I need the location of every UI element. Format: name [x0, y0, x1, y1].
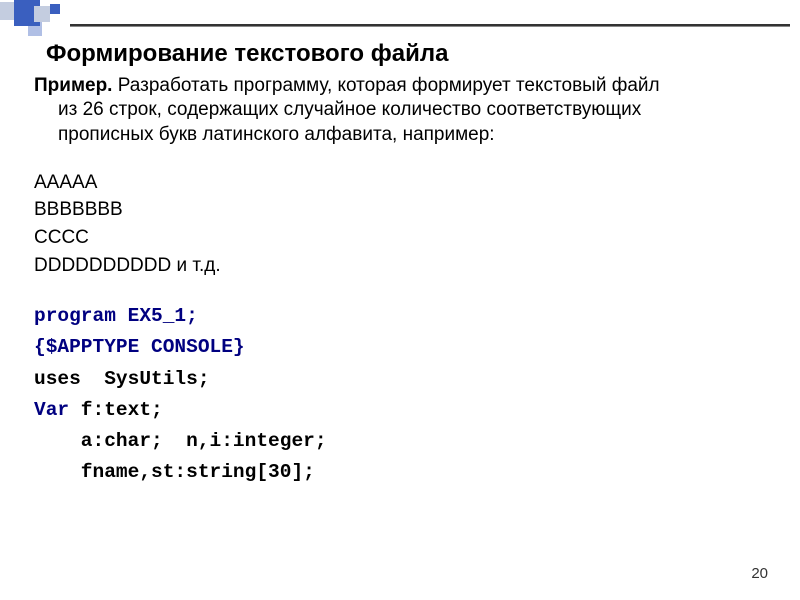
example-line: DDDDDDDDDD и т.д. [34, 252, 770, 280]
slide-title: Формирование текстового файла [46, 40, 770, 68]
code-listing: program EX5_1; {$APPTYPE CONSOLE} uses S… [34, 301, 770, 488]
task-text: Разработать программу, которая формирует… [112, 75, 659, 96]
code-line: a:char; n,i:integer; [34, 426, 770, 457]
task-text: из 26 строк, содержащих случайное количе… [34, 98, 770, 122]
code-line: program EX5_1; [34, 301, 770, 332]
code-text: f:text; [69, 399, 163, 421]
code-line: {$APPTYPE CONSOLE} [34, 332, 770, 363]
top-horizontal-rule [70, 24, 790, 27]
deco-square [50, 4, 60, 14]
page-number: 20 [751, 565, 768, 582]
task-text: прописных букв латинского алфавита, напр… [34, 123, 770, 147]
deco-square [28, 22, 42, 36]
code-line: fname,st:string[30]; [34, 457, 770, 488]
slide-content: Формирование текстового файла Пример. Ра… [34, 40, 770, 488]
example-line: CCCC [34, 224, 770, 252]
example-line: BBBBBBB [34, 196, 770, 224]
code-line: uses SysUtils; [34, 364, 770, 395]
task-label: Пример. [34, 75, 112, 96]
corner-decoration [0, 0, 90, 40]
task-description: Пример. Разработать программу, которая ф… [34, 74, 770, 98]
example-line: AAAAA [34, 169, 770, 197]
code-line: Var f:text; [34, 395, 770, 426]
example-output: AAAAA BBBBBBB CCCC DDDDDDDDDD и т.д. [34, 169, 770, 279]
code-keyword: Var [34, 399, 69, 421]
deco-square [34, 6, 50, 22]
